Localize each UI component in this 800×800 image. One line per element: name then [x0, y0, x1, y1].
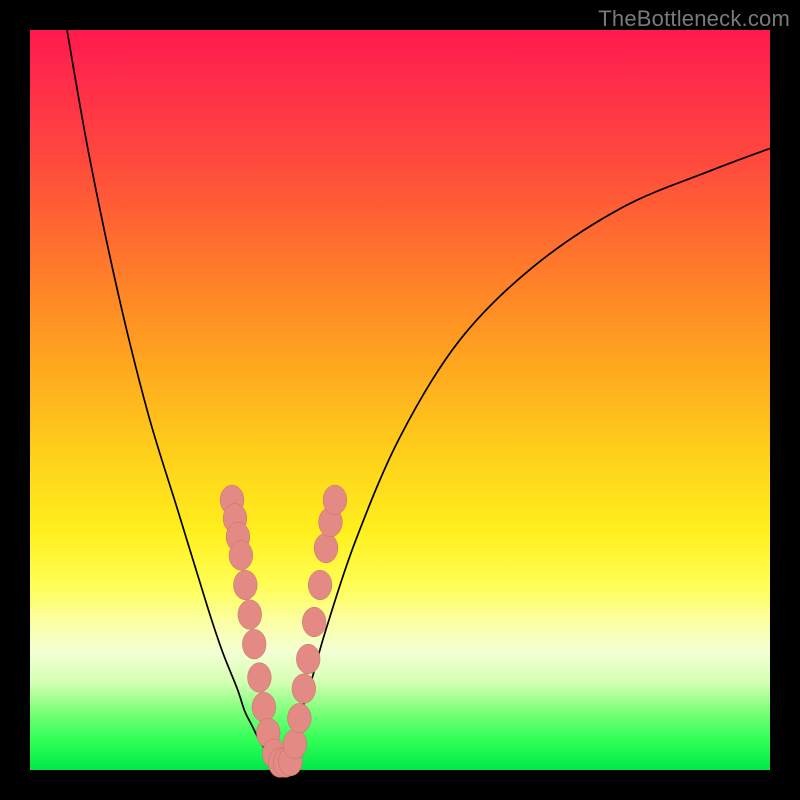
right-curve [282, 148, 770, 761]
data-bead [308, 570, 332, 600]
data-bead [314, 533, 338, 563]
left-curve [67, 30, 274, 761]
data-bead [248, 663, 272, 693]
data-bead [296, 644, 320, 674]
watermark-text: TheBottleneck.com [598, 6, 790, 32]
data-bead [283, 729, 307, 759]
data-bead [292, 674, 316, 704]
data-bead [242, 629, 266, 659]
chart-svg [30, 30, 770, 770]
data-bead [323, 485, 347, 515]
data-bead [238, 600, 262, 630]
data-bead [234, 570, 258, 600]
data-bead [302, 607, 326, 637]
stage: TheBottleneck.com [0, 0, 800, 800]
data-bead [252, 692, 276, 722]
data-bead [288, 703, 312, 733]
bead-group [220, 485, 347, 777]
plot-area [30, 30, 770, 770]
data-bead [229, 541, 253, 571]
